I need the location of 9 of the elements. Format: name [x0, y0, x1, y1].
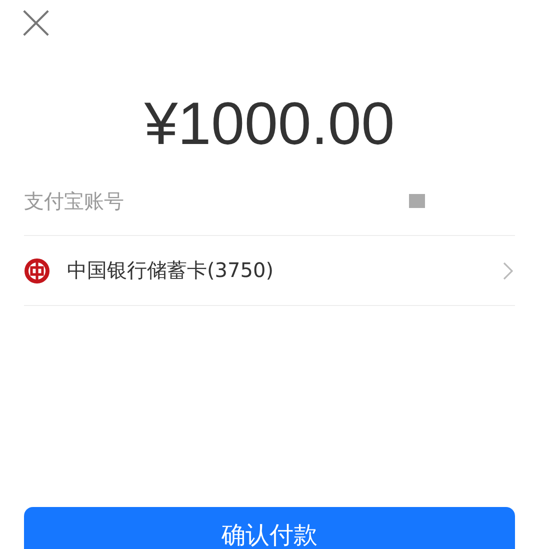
- redaction-mark: [409, 194, 425, 208]
- close-icon[interactable]: [22, 9, 50, 37]
- payment-amount: ¥1000.00: [143, 89, 396, 159]
- chevron-right-icon: [503, 262, 513, 280]
- confirm-payment-button[interactable]: 确认付款: [24, 507, 515, 549]
- payment-method-name: 中国银行储蓄卡(3750): [67, 257, 275, 284]
- account-label: 支付宝账号: [24, 188, 124, 214]
- payment-method-row[interactable]: 中国银行储蓄卡(3750): [24, 236, 515, 306]
- bank-logo-icon: [24, 258, 50, 284]
